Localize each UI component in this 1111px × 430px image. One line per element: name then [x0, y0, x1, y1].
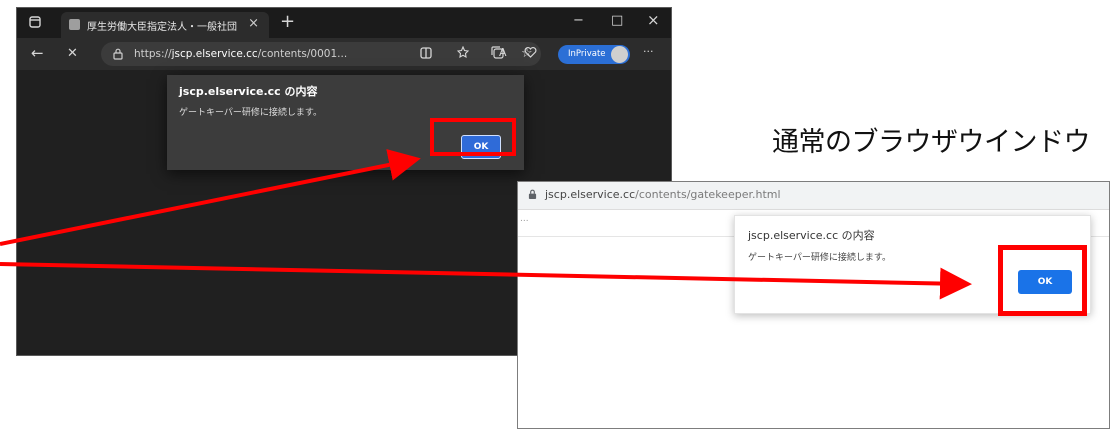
- arrow-to-normal-ok: [0, 262, 972, 300]
- annotation-arrows: [0, 149, 972, 300]
- arrow-to-inprivate-ok: [0, 149, 421, 246]
